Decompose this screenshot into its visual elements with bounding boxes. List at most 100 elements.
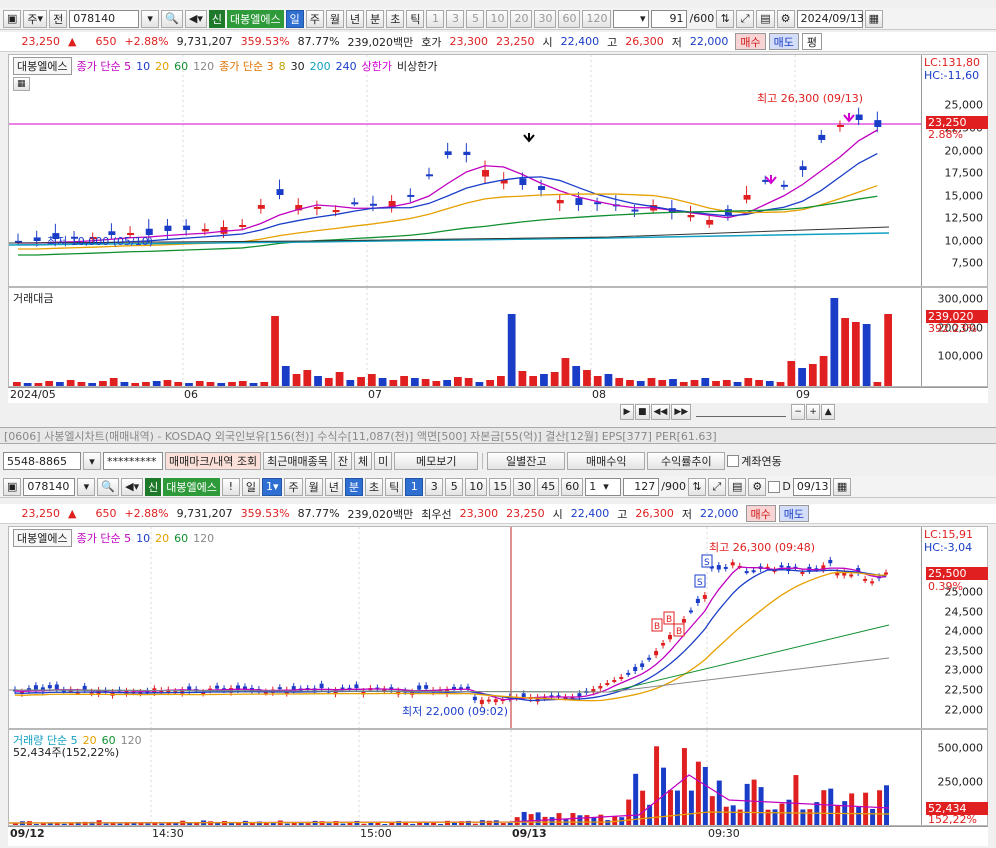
top-volume-pane[interactable]: 거래대금 300,000 200,000 100,000 239,020 392… — [8, 287, 988, 387]
window-icon[interactable]: ▣ — [3, 477, 22, 496]
window-icon[interactable]: ▣ — [3, 9, 22, 28]
volume-bar — [688, 790, 694, 825]
tick-tick[interactable]: 틱 — [385, 477, 404, 496]
sell-button[interactable]: 매도 — [778, 505, 810, 522]
search-icon[interactable]: 🔍 — [161, 9, 183, 28]
candle-body — [332, 210, 340, 213]
period-month[interactable]: 월 — [325, 9, 344, 28]
tick-min[interactable]: 분 — [344, 477, 363, 496]
recent-trades-button[interactable]: 최근매매종목 — [263, 452, 332, 470]
zoom-out-icon[interactable]: − — [791, 404, 806, 420]
code-input[interactable]: 078140 — [23, 477, 76, 496]
flat-button[interactable]: 평 — [801, 33, 823, 50]
code-dropdown-icon[interactable]: ▾ — [77, 477, 96, 496]
period-year[interactable]: 년 — [324, 477, 343, 496]
num-3[interactable]: 3 — [425, 477, 444, 496]
candle-body — [465, 686, 470, 689]
speaker-icon[interactable]: ◀▾ — [121, 477, 144, 496]
period-month[interactable]: 월 — [304, 477, 323, 496]
period-week[interactable]: 주 — [305, 9, 324, 28]
crosshair-icon[interactable]: ⤢ — [707, 477, 726, 496]
calendar-icon[interactable]: ▦ — [864, 9, 883, 28]
code-dropdown-icon[interactable]: ▾ — [141, 9, 160, 28]
unit-select[interactable]: 1 ▾ — [261, 477, 283, 496]
trade-profit-button[interactable]: 매매수익 — [567, 452, 646, 470]
bottom-volume-pane[interactable]: 거래량 단순 5 20 60 120 52,434주(152,22%) 500,… — [8, 729, 988, 826]
scroll-up-icon[interactable]: ▲ — [821, 404, 836, 420]
market-select[interactable]: 주 ▾ — [23, 9, 48, 28]
tick-min[interactable]: 분 — [366, 9, 385, 28]
period-day[interactable]: 일 — [241, 477, 260, 496]
compare-icon[interactable]: ⇅ — [716, 9, 735, 28]
num-45[interactable]: 45 — [537, 477, 560, 496]
num-20[interactable]: 20 — [510, 9, 533, 28]
d-checkbox[interactable] — [768, 480, 781, 493]
buy-button[interactable]: 매수 — [735, 33, 766, 50]
unit-select[interactable]: ▾ — [613, 9, 650, 28]
num-10[interactable]: 10 — [465, 477, 488, 496]
calendar-icon[interactable]: ▦ — [832, 477, 852, 496]
num-15[interactable]: 15 — [489, 477, 512, 496]
num-60[interactable]: 60 — [561, 477, 584, 496]
scroll-right-icon[interactable]: ▶ — [620, 404, 634, 420]
period-day[interactable]: 일 — [285, 9, 304, 28]
alert-button[interactable]: ! — [221, 477, 240, 496]
tick-tick[interactable]: 틱 — [406, 9, 425, 28]
unit2-select[interactable]: 1 ▾ — [585, 477, 622, 496]
grid-icon[interactable]: ▦ — [13, 77, 30, 91]
volume-bar — [410, 823, 416, 825]
date-input[interactable]: 2024/09/13 — [796, 9, 864, 28]
forward-icon[interactable]: ▶▶ — [671, 404, 692, 420]
account-dropdown-icon[interactable]: ▾ — [83, 452, 101, 470]
count-input[interactable]: 127 — [623, 477, 660, 496]
bottom-price-pane[interactable]: BBBSS 대봉엘에스 종가 단순 5 10 20 60 120 최고 26,3… — [8, 526, 988, 729]
tick-sec[interactable]: 초 — [364, 477, 384, 496]
top-price-pane[interactable]: 대봉엘에스 종가 단순 5 10 20 60 120 종가 단순 3 8 30 … — [8, 54, 988, 287]
speaker-icon[interactable]: ◀▾ — [184, 9, 207, 28]
num-5[interactable]: 5 — [466, 9, 485, 28]
period-year[interactable]: 년 — [345, 9, 365, 28]
num-5[interactable]: 5 — [445, 477, 464, 496]
gear-icon[interactable]: ⚙ — [748, 477, 767, 496]
num-1[interactable]: 1 — [405, 477, 424, 496]
prev-button[interactable]: 전 — [49, 9, 68, 28]
zoom-in-icon[interactable]: + — [806, 404, 821, 420]
count-input[interactable]: 91 — [651, 9, 688, 28]
date-input[interactable]: 09/13 — [792, 477, 831, 496]
volume: 9,731,207 — [176, 35, 233, 48]
num-120[interactable]: 120 — [582, 9, 612, 28]
account-input[interactable]: 5548-8865 — [3, 452, 81, 470]
num-3[interactable]: 3 — [446, 9, 465, 28]
gear-icon[interactable]: ⚙ — [776, 9, 795, 28]
period-week[interactable]: 주 — [284, 477, 303, 496]
save-icon[interactable]: ▤ — [756, 9, 775, 28]
sell-button[interactable]: 매도 — [768, 33, 799, 50]
crosshair-icon[interactable]: ⤢ — [736, 9, 755, 28]
unfilled-button[interactable]: 미 — [374, 452, 393, 470]
stop-icon[interactable]: ■ — [635, 404, 650, 420]
num-10[interactable]: 10 — [486, 9, 509, 28]
memo-button[interactable]: 메모보기 — [394, 452, 479, 470]
tick-sec[interactable]: 초 — [386, 9, 405, 28]
daily-balance-button[interactable]: 일별잔고 — [487, 452, 566, 470]
num-30[interactable]: 30 — [534, 9, 557, 28]
rewind-icon[interactable]: ◀◀ — [650, 404, 671, 420]
save-icon[interactable]: ▤ — [727, 477, 747, 496]
candle-body — [521, 693, 526, 697]
num-60[interactable]: 60 — [558, 9, 581, 28]
num-1[interactable]: 1 — [426, 9, 445, 28]
trade-mark-button[interactable]: 매매마크/내역 조회 — [165, 452, 262, 470]
code-input[interactable]: 078140 — [69, 9, 140, 28]
search-icon[interactable]: 🔍 — [97, 477, 120, 496]
link-checkbox[interactable] — [727, 455, 740, 467]
return-trend-button[interactable]: 수익률추이 — [647, 452, 726, 470]
volume-bar — [131, 383, 140, 386]
hc-label: HC:-3,04 — [924, 541, 973, 554]
password-input[interactable]: ********* — [103, 452, 163, 470]
compare-icon[interactable]: ⇅ — [687, 477, 706, 496]
filled-button[interactable]: 체 — [354, 452, 373, 470]
num-30[interactable]: 30 — [513, 477, 536, 496]
balance-button[interactable]: 잔 — [333, 452, 353, 470]
buy-button[interactable]: 매수 — [745, 505, 776, 522]
zoom-slider[interactable] — [696, 407, 787, 417]
